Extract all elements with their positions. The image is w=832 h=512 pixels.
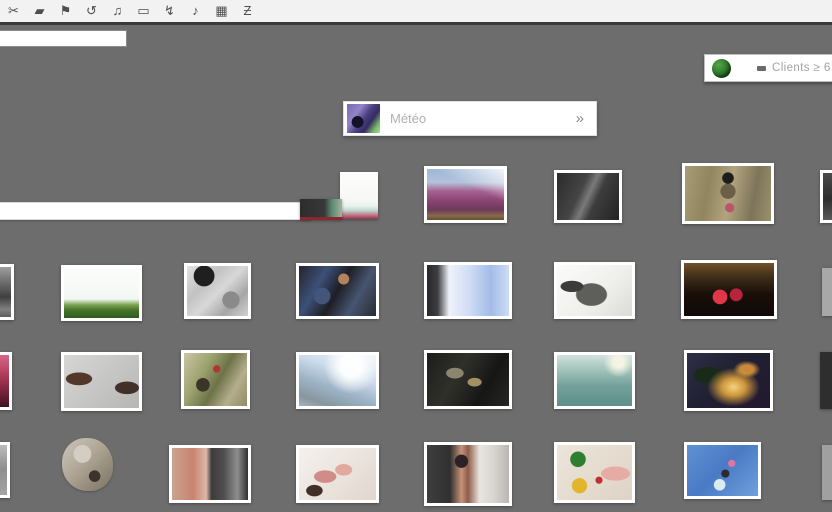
thumbnail-comic-collage[interactable] bbox=[184, 263, 251, 319]
thumbnail-pink-figures[interactable] bbox=[296, 445, 379, 503]
thumbnail-edge-gray-row2[interactable] bbox=[0, 264, 14, 320]
thumbnail-misty-valley[interactable] bbox=[296, 352, 379, 409]
thumbnail-portrait-card[interactable] bbox=[340, 172, 378, 219]
thumbnail-golden-glow[interactable] bbox=[684, 350, 773, 411]
thumbnail-blue-blur[interactable] bbox=[424, 262, 512, 319]
bolt-icon[interactable]: ↯ bbox=[162, 1, 177, 21]
client-bar-label: Clients ≥ 6 bbox=[772, 62, 831, 74]
thumbnail-red-glow-letters[interactable] bbox=[681, 260, 777, 319]
globe-icon bbox=[712, 59, 731, 78]
thumbnail-edge-dark-row1[interactable] bbox=[820, 170, 832, 223]
grid-icon[interactable]: ▦ bbox=[214, 1, 229, 21]
thumbnail-parrot-colors[interactable] bbox=[554, 442, 635, 503]
flag-icon[interactable]: ⚑ bbox=[58, 1, 73, 21]
thumbnail-filmstrip-thumb[interactable] bbox=[300, 199, 342, 220]
thumbnail-teal-sea[interactable] bbox=[554, 352, 635, 409]
undo-icon[interactable]: ↺ bbox=[84, 1, 99, 21]
thumbnail-field-person[interactable] bbox=[682, 163, 774, 224]
thumbnail-two-figures[interactable] bbox=[61, 352, 142, 411]
image-icon[interactable]: ▭ bbox=[136, 1, 151, 21]
app-window: ✂ ▰ ⚑ ↺ ♫ ▭ ↯ ♪ ▦ Ƶ Clients ≥ 6 Météo » bbox=[0, 0, 832, 512]
thumbnail-dark-collage[interactable] bbox=[296, 263, 379, 319]
menu-dash-icon bbox=[757, 66, 766, 71]
thumbnail-edge-pink-row3[interactable] bbox=[0, 352, 12, 410]
brush-icon[interactable]: ▰ bbox=[32, 1, 47, 21]
search-thumbnail[interactable] bbox=[347, 104, 380, 133]
note-icon[interactable]: ♪ bbox=[188, 1, 203, 21]
search-query[interactable]: Météo bbox=[390, 111, 576, 126]
thumbnail-underwater-swimmer[interactable] bbox=[684, 442, 761, 499]
thumbnail-edge-gray-row4[interactable] bbox=[0, 442, 10, 498]
z-tool-icon[interactable]: Ƶ bbox=[240, 1, 255, 21]
thumbnail-edge-faint-row4[interactable] bbox=[822, 445, 832, 500]
search-bar[interactable]: Météo » bbox=[343, 101, 597, 136]
music-icon[interactable]: ♫ bbox=[110, 1, 125, 21]
thumbnail-forest-trees[interactable] bbox=[61, 265, 142, 321]
toolbar: ✂ ▰ ⚑ ↺ ♫ ▭ ↯ ♪ ▦ Ƶ bbox=[0, 0, 832, 25]
gallery-canvas: Clients ≥ 6 Météo » bbox=[0, 25, 832, 512]
client-bar[interactable]: Clients ≥ 6 bbox=[704, 54, 832, 82]
thumbnail-studio-person[interactable] bbox=[424, 442, 512, 506]
thumbnail-ear-closeup[interactable] bbox=[169, 445, 251, 503]
thumbnail-stone-dragon[interactable] bbox=[554, 262, 635, 319]
thumbnail-dark-figures[interactable] bbox=[424, 350, 512, 409]
chevron-right-icon[interactable]: » bbox=[576, 110, 584, 127]
thumbnail-edge-dark-row3[interactable] bbox=[820, 352, 832, 409]
toolbar-icons: ✂ ▰ ⚑ ↺ ♫ ▭ ↯ ♪ ▦ Ƶ bbox=[6, 1, 255, 21]
thumbnail-edge-faint-row2[interactable] bbox=[822, 268, 832, 316]
scissors-icon[interactable]: ✂ bbox=[6, 1, 21, 21]
thumbnail-purple-mountain[interactable] bbox=[424, 166, 507, 223]
thumbnail-wind-turbine[interactable] bbox=[554, 170, 622, 223]
filter-input[interactable] bbox=[0, 30, 127, 47]
thumbnail-carved-shell[interactable] bbox=[62, 438, 113, 491]
thumbnail-band-scene[interactable] bbox=[181, 350, 250, 409]
selection-strip[interactable] bbox=[0, 202, 311, 220]
